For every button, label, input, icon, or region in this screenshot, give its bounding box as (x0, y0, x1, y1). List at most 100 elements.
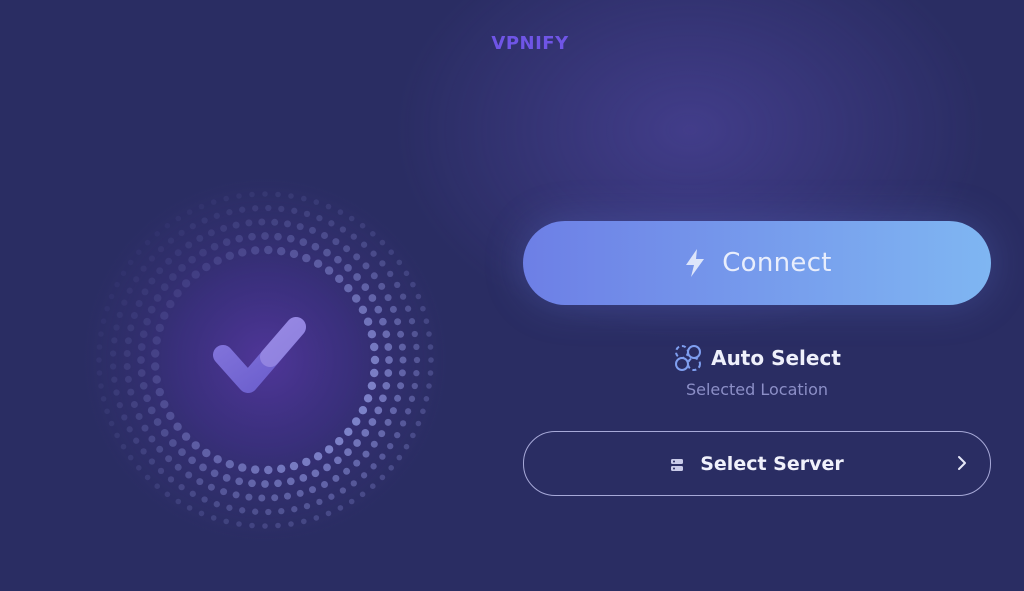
ring-dot (104, 305, 110, 312)
ring-dot (389, 305, 397, 313)
ring-dot (352, 294, 361, 303)
ring-dot (196, 234, 204, 242)
ring-dot (278, 507, 285, 515)
ring-dot (348, 215, 355, 222)
ring-dot (344, 427, 353, 436)
ring-dot (394, 281, 401, 289)
ring-dot (210, 515, 217, 521)
ring-dot (423, 318, 430, 324)
ring-dot (124, 337, 132, 345)
connect-button-label: Connect (722, 248, 832, 278)
ring-dot (388, 249, 395, 255)
ring-dot (271, 218, 279, 226)
ring-dot (111, 376, 118, 383)
ring-dot (264, 245, 273, 255)
ring-dot (140, 265, 147, 272)
ring-dot (334, 456, 342, 465)
ring-dot (130, 401, 138, 408)
ring-dot (328, 220, 335, 227)
ring-dot (251, 246, 260, 255)
ring-dot (411, 382, 418, 390)
ring-dot (374, 406, 383, 415)
ring-dot (370, 342, 379, 352)
ring-dot (188, 456, 196, 465)
ring-dot (185, 471, 193, 479)
ring-dot (286, 234, 295, 243)
ring-dot (137, 343, 146, 351)
ring-dot (387, 270, 394, 278)
ring-dot (309, 486, 316, 494)
ring-dot (135, 300, 143, 307)
ring-dot (387, 442, 394, 450)
ring-dot (199, 248, 207, 257)
ring-dot (143, 317, 151, 326)
ring-dot (379, 453, 386, 460)
connect-button[interactable]: Connect (523, 221, 991, 305)
ring-dot (220, 488, 228, 496)
ring-dot (379, 394, 387, 403)
ring-dot (378, 282, 386, 290)
ring-dot (232, 221, 240, 229)
ring-dot (427, 344, 434, 350)
ring-dot (169, 273, 177, 281)
ring-dot (384, 418, 392, 426)
ring-dot (289, 461, 299, 471)
ring-dot (238, 463, 247, 472)
ring-dot (114, 432, 120, 439)
ring-dot (126, 426, 133, 433)
ring-dot (252, 508, 259, 515)
ring-dot (362, 450, 370, 458)
ring-dot (213, 455, 222, 464)
ring-dot (151, 362, 160, 371)
ring-dot (245, 219, 253, 227)
ring-dot (174, 249, 182, 257)
ring-dot (303, 502, 311, 510)
ring-dot (262, 523, 268, 529)
ring-dot (137, 356, 145, 364)
select-server-button[interactable]: Select Server (523, 431, 991, 496)
ring-dot (288, 521, 294, 527)
ring-dot (334, 255, 342, 264)
ring-dot (384, 294, 392, 302)
ring-dot (198, 510, 205, 517)
ring-dot (153, 294, 162, 302)
ring-dot (191, 441, 200, 450)
ring-dot (413, 343, 420, 351)
ring-dot (368, 418, 377, 426)
ring-dot (411, 330, 418, 338)
ring-dot (173, 422, 182, 431)
ring-dot (258, 494, 266, 502)
ring-dot (348, 498, 355, 505)
ring-dot (100, 396, 107, 402)
ring-dot (370, 483, 376, 490)
ring-dot (379, 474, 386, 481)
ring-dot (98, 383, 104, 389)
ring-dot (154, 231, 160, 237)
server-icon (670, 457, 684, 471)
ring-dot (154, 483, 160, 490)
ring-dot (232, 491, 240, 499)
ring-dot (126, 287, 133, 294)
ring-dot (350, 480, 357, 487)
ring-dot (148, 255, 156, 262)
ring-dot (388, 465, 395, 471)
ring-dot (394, 394, 402, 402)
ring-dot (382, 330, 391, 339)
ring-dot (286, 477, 295, 486)
ring-dot (127, 259, 134, 266)
ring-dot (108, 293, 115, 300)
ring-dot (384, 369, 393, 377)
ring-dot (109, 363, 117, 370)
ring-dot (210, 242, 219, 251)
ring-dot (248, 232, 256, 241)
ring-dot (165, 455, 173, 463)
ring-dot (265, 204, 272, 212)
ring-dot (323, 463, 331, 472)
ring-dot (303, 210, 311, 218)
ring-dot (403, 270, 410, 277)
ring-dot (166, 411, 175, 421)
ring-dot (116, 311, 123, 319)
ring-dot (337, 209, 344, 215)
ring-dot (291, 207, 298, 214)
ring-dot (173, 289, 182, 298)
